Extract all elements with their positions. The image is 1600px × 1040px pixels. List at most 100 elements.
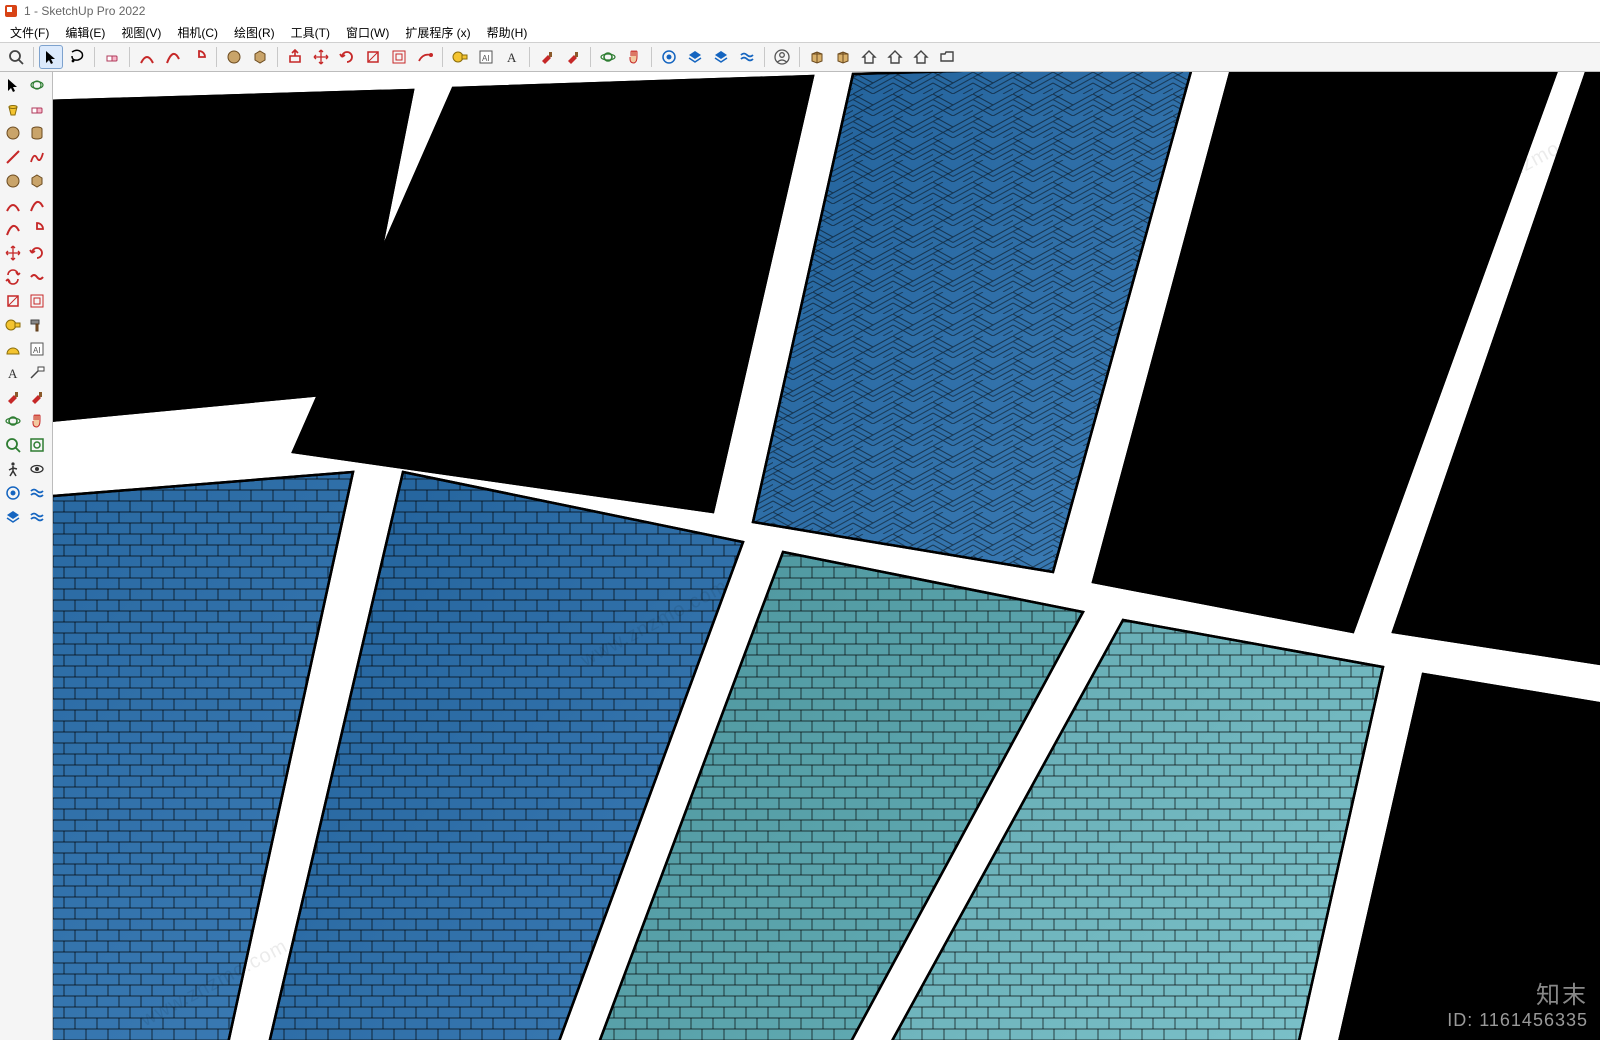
tape-yellow-icon[interactable] [448,45,472,69]
home3-icon[interactable] [909,45,933,69]
eraser-icon[interactable] [100,45,124,69]
viewport[interactable]: www.znzmo.com www.znzmo.com www.znzmo.co… [53,72,1600,1040]
paint-red-icon[interactable] [535,45,559,69]
toolbar-separator [33,47,34,67]
toolbar-top [0,43,1600,72]
search-icon[interactable] [4,45,28,69]
asset-id: ID: 1161456335 [1447,1010,1588,1032]
main-area: www.znzmo.com www.znzmo.com www.znzmo.co… [0,72,1600,1040]
layers-blue-icon[interactable] [2,506,24,528]
waves-blue-icon[interactable] [735,45,759,69]
user-circle-icon[interactable] [770,45,794,69]
text-icon[interactable] [2,362,24,384]
bucket-yellow-icon[interactable] [2,98,24,120]
toolbar-separator [590,47,591,67]
brand-watermark: 知末 ID: 1161456335 [1447,982,1588,1032]
pushpull-red-icon[interactable] [283,45,307,69]
toolbar-separator [799,47,800,67]
arc2-red-icon[interactable] [161,45,185,69]
freehand-red-icon[interactable] [26,146,48,168]
circle-tan-icon[interactable] [2,122,24,144]
orbit-green-icon[interactable] [596,45,620,69]
box3d2-icon[interactable] [831,45,855,69]
rotate-red-icon[interactable] [26,242,48,264]
offset-red-icon[interactable] [26,290,48,312]
menu-item[interactable]: 工具(T) [283,22,338,43]
menu-item[interactable]: 绘图(R) [226,22,283,43]
curve-red-icon[interactable] [2,218,24,240]
tape-yellow-icon[interactable] [2,314,24,336]
pan-red-icon[interactable] [622,45,646,69]
orbit-eye-icon[interactable] [26,74,48,96]
circle-tan-icon[interactable] [2,170,24,192]
paint2-red-icon[interactable] [561,45,585,69]
wave-red-icon[interactable] [26,266,48,288]
viewport-canvas[interactable] [53,72,1600,1040]
scale-red-icon[interactable] [361,45,385,69]
menu-item[interactable]: 窗口(W) [338,22,397,43]
layers-blue-icon[interactable] [683,45,707,69]
rotate-red-icon[interactable] [335,45,359,69]
pie-red-icon[interactable] [187,45,211,69]
paint-red-icon[interactable] [2,386,24,408]
menu-item[interactable]: 编辑(E) [57,22,113,43]
home2-icon[interactable] [883,45,907,69]
titlebar: 1 - SketchUp Pro 2022 [0,0,1600,22]
folder-icon[interactable] [935,45,959,69]
home-icon[interactable] [857,45,881,69]
scale-red-icon[interactable] [2,290,24,312]
window-title: 1 - SketchUp Pro 2022 [24,4,145,18]
menu-item[interactable]: 扩展程序 (x) [397,22,478,43]
menu-item[interactable]: 帮助(H) [479,22,536,43]
waves2-blue-icon[interactable] [26,506,48,528]
box3d-icon[interactable] [805,45,829,69]
sync-red-icon[interactable] [2,266,24,288]
leader-icon[interactable] [26,362,48,384]
toolbar-separator [129,47,130,67]
box-ai-icon[interactable] [26,338,48,360]
target-blue-icon[interactable] [2,482,24,504]
arc-red-icon[interactable] [2,194,24,216]
box-ai-icon[interactable] [474,45,498,69]
toolbar-separator [529,47,530,67]
toolbar-separator [764,47,765,67]
hammer-icon[interactable] [26,314,48,336]
orbit-green-icon[interactable] [2,410,24,432]
cylinder-tan-icon[interactable] [26,122,48,144]
hex-tan-icon[interactable] [26,170,48,192]
line-red-icon[interactable] [2,146,24,168]
followme-red-icon[interactable] [413,45,437,69]
target-blue-icon[interactable] [657,45,681,69]
zoom-green-icon[interactable] [2,434,24,456]
toolbar-separator [94,47,95,67]
circle-tan-icon[interactable] [222,45,246,69]
move-red-icon[interactable] [309,45,333,69]
text-icon[interactable] [500,45,524,69]
brand-name: 知末 [1447,982,1588,1011]
walk-icon[interactable] [2,458,24,480]
move-red-icon[interactable] [2,242,24,264]
protractor-yellow-icon[interactable] [2,338,24,360]
menubar: 文件(F)编辑(E)视图(V)相机(C)绘图(R)工具(T)窗口(W)扩展程序 … [0,22,1600,43]
zoom-ext-green-icon[interactable] [26,434,48,456]
eraser-pink-icon[interactable] [26,98,48,120]
waves-blue-icon[interactable] [26,482,48,504]
toolbar-separator [442,47,443,67]
offset-red-icon[interactable] [387,45,411,69]
hex-tan-icon[interactable] [248,45,272,69]
menu-item[interactable]: 视图(V) [113,22,169,43]
pan-red-icon[interactable] [26,410,48,432]
arc-red-icon[interactable] [135,45,159,69]
arc2-red-icon[interactable] [26,194,48,216]
select-icon[interactable] [39,45,63,69]
menu-item[interactable]: 相机(C) [169,22,226,43]
toolbar-separator [277,47,278,67]
layers2-blue-icon[interactable] [709,45,733,69]
paint2-red-icon[interactable] [26,386,48,408]
menu-item[interactable]: 文件(F) [2,22,57,43]
eye-icon[interactable] [26,458,48,480]
select-icon[interactable] [2,74,24,96]
pie-red-icon[interactable] [26,218,48,240]
lasso-icon[interactable] [65,45,89,69]
toolbar-separator [651,47,652,67]
